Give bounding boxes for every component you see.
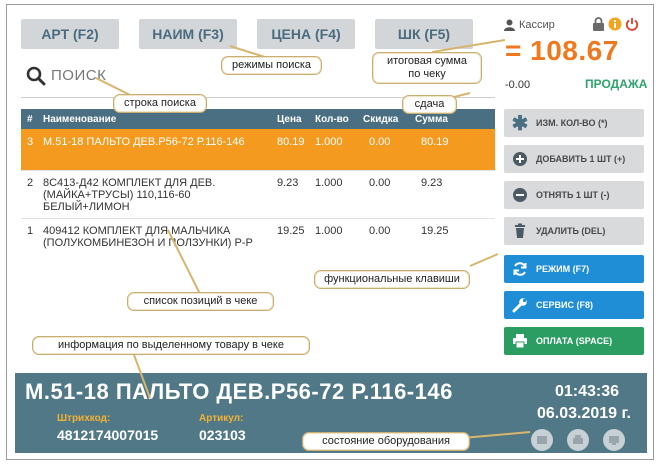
change-qty-label: ИЗМ. КОЛ-ВО (*) [536, 118, 608, 128]
mode-label: РЕЖИМ (F7) [536, 264, 590, 274]
printer-status-icon[interactable] [567, 429, 589, 451]
mode-button[interactable]: РЕЖИМ (F7) [504, 255, 644, 283]
article-value: 023103 [199, 427, 246, 443]
asterisk-icon: ✱ [511, 112, 529, 135]
barcode-value: 4812174007015 [57, 427, 159, 443]
row-price: 9.23 [277, 177, 299, 189]
row-price: 80.19 [277, 136, 305, 148]
col-discount-header: Скидка [363, 113, 399, 125]
remove-one-button[interactable]: ОТНЯТЬ 1 ШТ (-) [504, 181, 644, 209]
callout-item-info: информация по выделенному товару в чеке [32, 336, 310, 355]
user-name: Кассир [519, 19, 555, 31]
clock-date: 06.03.2019 г. [536, 405, 631, 422]
mode-barcode-button[interactable]: ШК (F5) [375, 19, 473, 49]
search-icon [26, 66, 46, 86]
col-sum-header: Сумма [415, 113, 448, 125]
add-one-button[interactable]: ДОБАВИТЬ 1 ШТ (+) [504, 145, 644, 173]
table-row[interactable]: 3 М.51-18 ПАЛЬТО ДЕВ.Р56-72 Р.116-146 80… [21, 129, 495, 171]
scanner-status-icon[interactable] [531, 429, 553, 451]
callout-function-keys: функциональные клавиши [314, 270, 470, 289]
clock-time: 01:43:36 [554, 383, 619, 400]
display-status-icon[interactable] [603, 429, 625, 451]
selected-item-title: М.51-18 ПАЛЬТО ДЕВ.Р56-72 Р.116-146 [25, 379, 453, 404]
pos-window: АРТ (F2) НАИМ (F3) ЦЕНА (F4) ШК (F5) ПОИ… [6, 4, 654, 460]
row-name: 8С413-Д42 КОМПЛЕКТ ДЛЯ ДЕВ. (МАЙКА+ТРУСЫ… [43, 177, 216, 213]
user-icon [504, 19, 515, 31]
callout-total: итоговая сумма по чеку [372, 52, 482, 84]
row-name: М.51-18 ПАЛЬТО ДЕВ.Р56-72 Р.116-146 [43, 136, 245, 148]
receipt-total: = 108.67 [505, 35, 619, 66]
col-num-header: # [27, 113, 33, 125]
row-discount: 0.00 [369, 136, 391, 148]
service-label: СЕРВИС (F8) [536, 300, 593, 310]
table-row[interactable]: 2 8С413-Д42 КОМПЛЕКТ ДЛЯ ДЕВ. (МАЙКА+ТРУ… [21, 171, 495, 219]
article-label: Артикул: [199, 413, 244, 424]
delete-label: УДАЛИТЬ (DEL) [536, 226, 606, 236]
lock-icon[interactable] [592, 17, 605, 31]
sale-mode-label: ПРОДАЖА [585, 77, 648, 91]
service-button[interactable]: СЕРВИС (F8) [504, 291, 644, 319]
info-icon[interactable] [608, 17, 622, 31]
printer-icon [513, 334, 527, 349]
table-row[interactable]: 1 409412 КОМПЛЕКТ ДЛЯ МАЛЬЧИКА (ПОЛУКОМБ… [21, 219, 495, 265]
callout-change: сдача [402, 95, 457, 114]
wrench-icon [512, 298, 527, 313]
plus-circle-icon [513, 152, 527, 166]
callout-items-list: список позиций в чеке [127, 292, 274, 311]
refresh-icon [513, 262, 527, 276]
minus-circle-icon [513, 188, 527, 202]
trash-icon [515, 223, 525, 238]
row-discount: 0.00 [369, 177, 391, 189]
barcode-label: Штрихкод: [57, 413, 111, 424]
change-amount: -0.00 [505, 79, 531, 91]
row-num: 1 [27, 225, 34, 237]
row-discount: 0.00 [369, 225, 391, 237]
col-qty-header: Кол-во [315, 113, 349, 125]
user-info: Кассир [504, 19, 555, 31]
col-price-header: Цена [277, 113, 302, 125]
add-one-label: ДОБАВИТЬ 1 ШТ (+) [536, 154, 626, 164]
receipt-items-table: # Наименование Цена Кол-во Скидка Сумма … [21, 109, 495, 265]
row-qty: 1.000 [315, 136, 343, 148]
row-price: 19.25 [277, 225, 305, 237]
search-input[interactable]: ПОИСК [51, 67, 106, 84]
col-name-header: Наименование [43, 113, 117, 125]
mode-art-button[interactable]: АРТ (F2) [21, 19, 119, 49]
row-qty: 1.000 [315, 225, 343, 237]
delete-button[interactable]: УДАЛИТЬ (DEL) [504, 217, 644, 245]
remove-one-label: ОТНЯТЬ 1 ШТ (-) [536, 190, 610, 200]
row-sum: 80.19 [421, 136, 449, 148]
power-icon[interactable] [625, 17, 639, 31]
status-icons [592, 17, 639, 31]
row-qty: 1.000 [315, 177, 343, 189]
mode-name-button[interactable]: НАИМ (F3) [139, 19, 237, 49]
change-qty-button[interactable]: ✱ ИЗМ. КОЛ-ВО (*) [504, 109, 644, 137]
payment-label: ОПЛАТА (SPACE) [536, 336, 613, 346]
row-sum: 9.23 [421, 177, 443, 189]
row-name: 409412 КОМПЛЕКТ ДЛЯ МАЛЬЧИКА (ПОЛУКОМБИН… [43, 225, 253, 249]
row-num: 2 [27, 177, 34, 189]
callout-search-line: строка поиска [113, 94, 207, 113]
payment-button[interactable]: ОПЛАТА (SPACE) [504, 327, 644, 355]
mode-price-button[interactable]: ЦЕНА (F4) [257, 19, 355, 49]
callout-equipment: состояние оборудования [302, 432, 470, 451]
row-num: 3 [27, 136, 34, 148]
callout-search-modes: режимы поиска [221, 56, 322, 75]
row-sum: 19.25 [421, 225, 449, 237]
